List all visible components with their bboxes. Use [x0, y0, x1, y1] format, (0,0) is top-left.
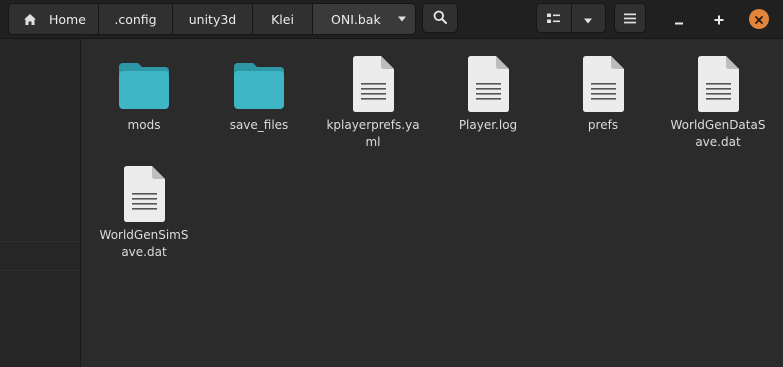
file-item[interactable]: WorldGenDataSave.dat: [668, 51, 768, 151]
breadcrumb-label: .config: [114, 11, 157, 27]
folder-icon: [94, 51, 194, 113]
file-item[interactable]: WorldGenSimSave.dat: [94, 161, 194, 261]
breadcrumb-label: ONI.bak: [331, 11, 381, 27]
text-file-icon: [323, 51, 423, 113]
folder-item[interactable]: mods: [94, 51, 194, 134]
breadcrumb-unity3d[interactable]: unity3d: [173, 4, 253, 34]
hamburger-menu-icon: [624, 9, 636, 28]
breadcrumb-config[interactable]: .config: [99, 4, 173, 34]
path-bar: Home .config unity3d Klei ONI.bak: [8, 3, 416, 35]
view-mode-group: [536, 3, 606, 33]
item-label: Player.log: [458, 118, 518, 132]
text-file-icon: [553, 51, 653, 113]
close-button[interactable]: [749, 9, 769, 29]
item-label: WorldGenSimSave.dat: [99, 228, 189, 259]
chevron-down-icon[interactable]: [397, 16, 407, 22]
chevron-down-icon: [583, 9, 593, 28]
item-label: prefs: [587, 118, 619, 132]
folder-item[interactable]: save_files: [209, 51, 309, 134]
file-item[interactable]: kplayerprefs.yaml: [323, 51, 423, 151]
maximize-button[interactable]: [709, 9, 729, 29]
text-file-icon: [94, 161, 194, 223]
maximize-icon: [714, 10, 724, 29]
item-label: WorldGenDataSave.dat: [670, 118, 766, 149]
view-options-button[interactable]: [572, 4, 606, 32]
breadcrumb-label: unity3d: [188, 11, 237, 27]
view-toggle-button[interactable]: [537, 4, 572, 32]
breadcrumb-klei[interactable]: Klei: [253, 4, 313, 34]
home-icon: [19, 12, 41, 26]
minimize-button[interactable]: [669, 9, 689, 29]
search-icon: [433, 9, 447, 28]
breadcrumb-home[interactable]: Home: [9, 4, 99, 34]
text-file-icon: [668, 51, 768, 113]
search-button[interactable]: [422, 3, 458, 33]
close-icon: [754, 10, 764, 29]
sidebar: [0, 39, 81, 367]
item-label: save_files: [229, 118, 289, 132]
file-item[interactable]: prefs: [553, 51, 653, 134]
file-item[interactable]: Player.log: [438, 51, 538, 134]
header-bar: Home .config unity3d Klei ONI.bak: [0, 0, 783, 39]
sidebar-divider: [0, 270, 80, 271]
breadcrumb-current[interactable]: ONI.bak: [313, 4, 415, 34]
minimize-icon: [674, 10, 684, 29]
breadcrumb-label: Home: [49, 11, 86, 27]
text-file-icon: [438, 51, 538, 113]
breadcrumb-label: Klei: [271, 11, 294, 27]
folder-icon: [209, 51, 309, 113]
item-label: mods: [127, 118, 161, 132]
item-label: kplayerprefs.yaml: [326, 118, 420, 149]
sidebar-divider: [0, 241, 80, 242]
grid-view-icon: [547, 9, 561, 28]
main-menu-button[interactable]: [614, 3, 646, 33]
